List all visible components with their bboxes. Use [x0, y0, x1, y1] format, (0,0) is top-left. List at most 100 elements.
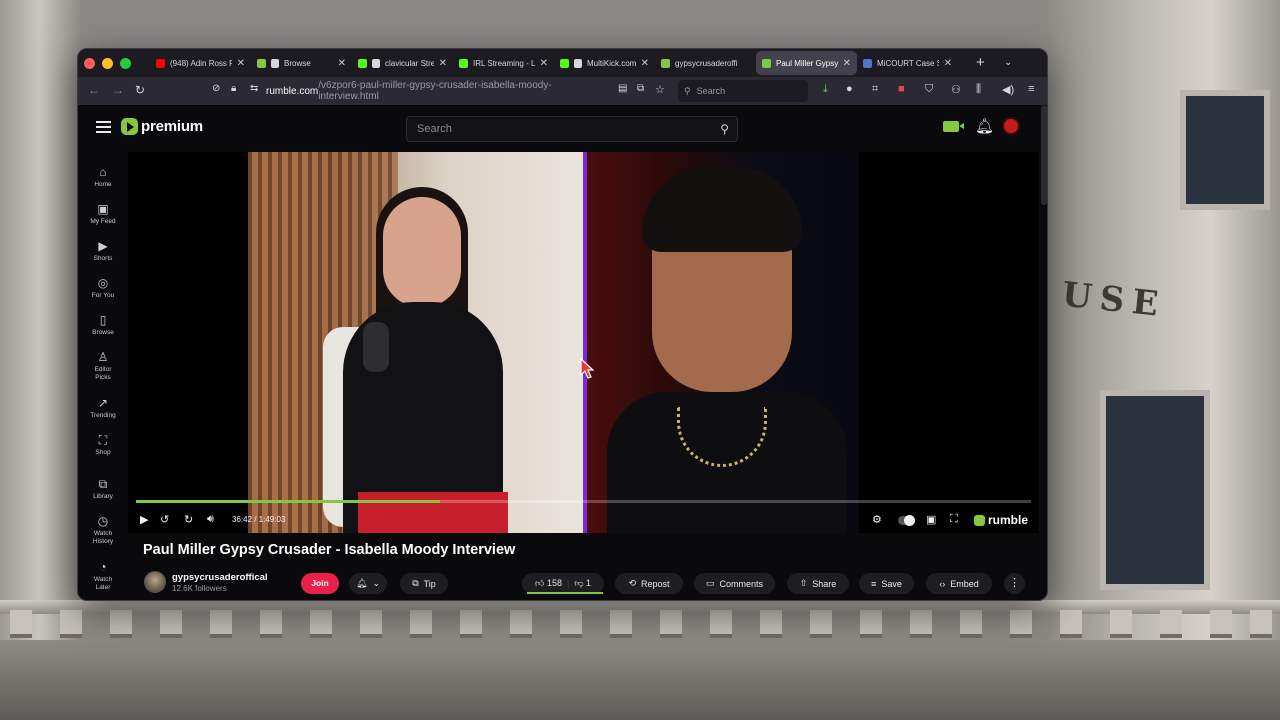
fullscreen-icon[interactable]: ⛶ — [950, 513, 958, 526]
tracking-protection-icon[interactable]: ⊘ — [212, 83, 220, 94]
back-arrow-icon[interactable]: ← — [88, 83, 100, 97]
video-player[interactable]: ▶ ↺ ↻ 🔊︎ 36:42 / 1:49:03 ⚙ ▣ ⛶ rumble — [128, 152, 1039, 533]
close-tab-icon[interactable]: ✕ — [944, 58, 952, 69]
rumble-favicon-icon — [762, 58, 771, 68]
rumble-premium-logo[interactable]: premium — [121, 118, 203, 135]
tab-multikick[interactable]: MultiKick.com ✕ — [554, 51, 655, 75]
settings-gear-icon[interactable]: ⚙ — [872, 513, 882, 526]
close-window-button[interactable] — [84, 57, 95, 69]
share-button[interactable]: ⇧ Share — [787, 573, 849, 594]
micourt-favicon-icon — [863, 58, 872, 68]
sidebar-item-library[interactable]: ⧉ Library — [78, 477, 128, 501]
tab-paul-miller-active[interactable]: Paul Miller Gypsy ✕ — [756, 51, 857, 75]
tab-adin-ross[interactable]: (948) Adin Ross Fi ✕ — [150, 51, 251, 75]
sidebar-item-my-feed[interactable]: ▣ My Feed — [78, 202, 128, 226]
video-frame-right-host — [587, 152, 859, 533]
maximize-window-button[interactable] — [120, 57, 131, 69]
go-live-camera-icon[interactable] — [943, 121, 964, 132]
tip-button[interactable]: ⧉ Tip — [400, 573, 448, 594]
user-avatar[interactable] — [1002, 117, 1020, 135]
home-icon: ⌂ — [99, 165, 107, 179]
shazam-extension-icon[interactable]: ● — [846, 83, 853, 95]
menu-hamburger-icon[interactable] — [96, 121, 111, 136]
close-tab-icon[interactable]: ✕ — [540, 58, 548, 69]
minimize-window-button[interactable] — [102, 57, 113, 69]
trending-icon: ↗ — [97, 396, 109, 410]
shield-extension-icon[interactable]: ⛉ — [925, 83, 933, 96]
fast-forward-icon[interactable]: ↻ — [184, 513, 193, 526]
close-tab-icon[interactable]: ✕ — [439, 58, 447, 69]
vote-ratio-bar — [527, 592, 603, 594]
like-button[interactable]: 👍︎ 158 — [535, 578, 562, 589]
close-tab-icon[interactable]: ✕ — [338, 58, 346, 69]
sidebar-item-trending[interactable]: ↗ Trending — [78, 396, 128, 420]
close-tab-icon[interactable]: ✕ — [237, 58, 245, 69]
audio-icon[interactable]: ◀) — [1002, 83, 1014, 96]
extensions-puzzle-icon[interactable]: ⚇ — [951, 83, 961, 96]
browser-search-field[interactable]: ⚲ Search — [678, 80, 808, 102]
close-tab-icon[interactable]: ✕ — [843, 58, 851, 69]
volume-icon[interactable]: 🔊︎ — [207, 513, 214, 526]
channel-avatar[interactable] — [144, 571, 166, 593]
rewind-icon[interactable]: ↺ — [160, 513, 169, 526]
sidebar-item-watch-history[interactable]: ◷ Watch History — [78, 514, 128, 546]
crop-extension-icon[interactable]: ⌗ — [872, 83, 878, 96]
picture-in-picture-icon[interactable]: ⧉ — [637, 83, 644, 94]
join-button[interactable]: Join — [301, 573, 339, 594]
editor-picks-icon: ♙ — [97, 350, 109, 364]
tip-icon: ⧉ — [412, 578, 419, 588]
reload-icon[interactable]: ↻ — [135, 83, 145, 97]
new-tab-plus-icon[interactable]: + — [976, 54, 985, 71]
more-options-icon[interactable]: ⋮ — [1004, 573, 1025, 594]
download-icon[interactable]: ⤓ — [823, 83, 828, 96]
tab-browse[interactable]: Browse ✕ — [251, 51, 352, 75]
share-icon: ⇧ — [799, 578, 808, 588]
sidebar-item-editor-picks[interactable]: ♙ Editor Picks — [78, 350, 128, 382]
comments-icon: ▭ — [705, 578, 715, 588]
sidebar-item-shorts[interactable]: ▶ Shorts — [78, 239, 128, 263]
close-tab-icon[interactable]: ✕ — [641, 58, 649, 69]
ublock-extension-icon[interactable]: ■ — [898, 83, 905, 95]
embed-button[interactable]: ‹› Embed — [926, 573, 992, 594]
channel-name[interactable]: gypsycrusaderoffical — [172, 572, 268, 583]
reader-view-icon[interactable]: ▤ — [618, 83, 627, 94]
theater-mode-icon[interactable]: ▣ — [926, 513, 936, 526]
library-icon: ⧉ — [98, 477, 108, 491]
autoplay-toggle[interactable] — [898, 515, 915, 526]
bell-icon: 🔔︎ — [356, 578, 368, 588]
permissions-icon[interactable]: ⇆ — [250, 83, 258, 94]
rumble-brand-logo[interactable]: rumble — [974, 513, 1028, 527]
url-field[interactable]: rumble.com/v6zpor6-paul-miller-gypsy-cru… — [266, 80, 611, 102]
dislike-button[interactable]: 👎︎ 1 — [574, 578, 591, 589]
notify-dropdown-button[interactable]: 🔔︎ ⌄ — [349, 573, 387, 594]
save-button[interactable]: ≡ Save — [859, 573, 914, 594]
play-icon[interactable]: ▶ — [140, 513, 148, 526]
tab-gypsycrusader[interactable]: gypsycrusaderoffi — [655, 51, 756, 75]
tab-micourt[interactable]: MiCOURT Case Se ✕ — [857, 51, 958, 75]
bookmark-star-icon[interactable]: ☆ — [655, 83, 665, 96]
tab-irl-streaming[interactable]: IRL Streaming - Li ✕ — [453, 51, 554, 75]
sidebar-item-browse[interactable]: ▯ Browse — [78, 313, 128, 337]
search-icon[interactable]: ⚲ — [720, 122, 729, 136]
comments-button[interactable]: ▭ Comments — [694, 573, 775, 594]
sidebar-item-shop[interactable]: ⛶ Shop — [78, 433, 128, 457]
page-scrollbar[interactable] — [1041, 105, 1047, 205]
sidebar-item-for-you[interactable]: ◎ For You — [78, 276, 128, 300]
equalizer-icon[interactable]: ⫼ — [976, 83, 981, 96]
tab-list-chevron-icon[interactable]: ⌄ — [1004, 57, 1012, 68]
mute-icon[interactable] — [271, 58, 279, 68]
sidebar-item-watch-later[interactable]: ◔ Watch Later — [78, 560, 128, 592]
feed-icon: ▣ — [97, 202, 109, 216]
menu-hamburger-icon[interactable]: ≡ — [1028, 83, 1034, 95]
site-search-input[interactable]: Search ⚲ — [406, 116, 738, 142]
repost-button[interactable]: ⟲ Repost — [615, 573, 683, 594]
forward-arrow-icon[interactable]: → — [112, 83, 124, 97]
sidebar-item-home[interactable]: ⌂ Home — [78, 165, 128, 189]
mute-icon[interactable] — [372, 58, 380, 68]
mute-icon[interactable] — [574, 58, 582, 68]
seek-bar[interactable] — [136, 500, 1031, 503]
notifications-bell-icon[interactable]: 🔔︎ — [975, 117, 994, 135]
mouse-cursor-icon — [580, 358, 594, 379]
lock-icon[interactable]: 🔒︎ — [231, 83, 236, 94]
tab-clavicular[interactable]: clavicular Stre ✕ — [352, 51, 453, 75]
